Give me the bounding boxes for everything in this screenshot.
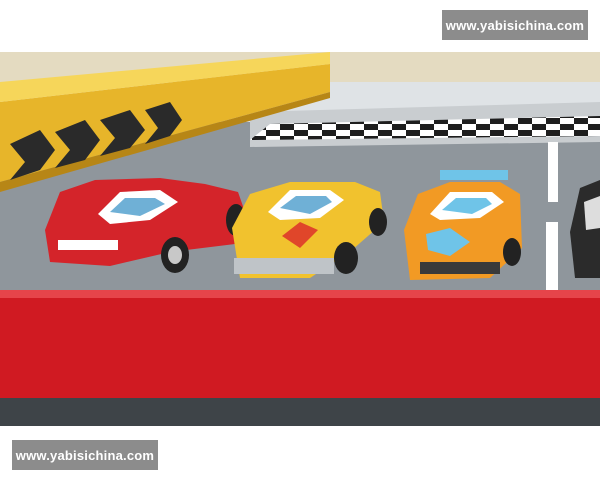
race-scene [0, 52, 600, 426]
watermark-top-right: www.yabisichina.com [442, 10, 588, 40]
video-frame [0, 52, 600, 426]
lane-line [546, 222, 558, 292]
red-band-highlight [0, 290, 600, 298]
red-band [0, 290, 600, 398]
watermark-bottom-left: www.yabisichina.com [12, 440, 158, 470]
lane-line [548, 142, 558, 202]
dark-band [0, 398, 600, 426]
